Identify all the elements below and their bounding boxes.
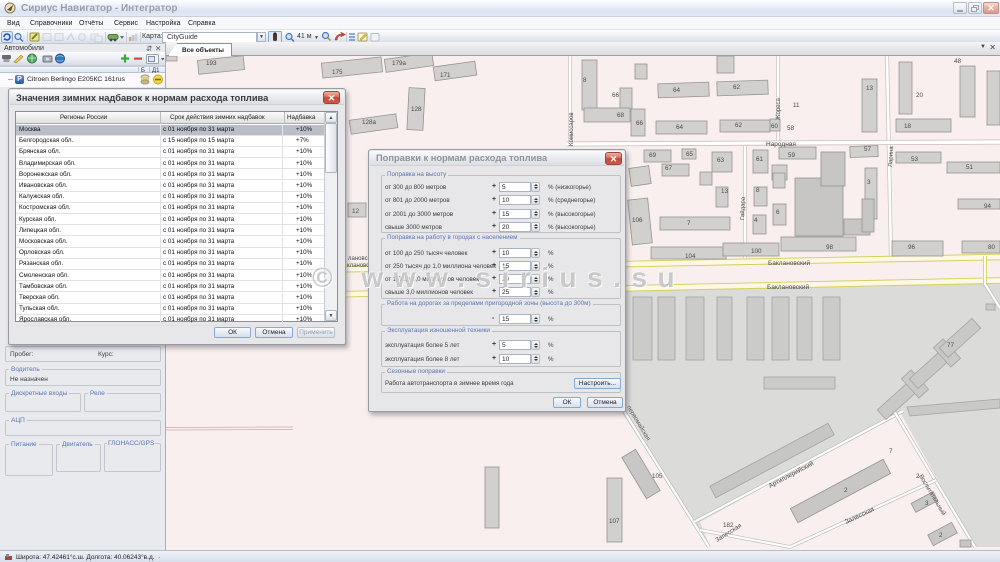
svg-text:104: 104 — [685, 253, 696, 260]
svg-text:11: 11 — [793, 102, 800, 109]
svg-text:Народная: Народная — [766, 141, 796, 148]
svg-text:64: 64 — [676, 124, 684, 131]
svg-text:18: 18 — [904, 123, 912, 130]
svg-text:Баклановский: Баклановский — [767, 283, 810, 291]
svg-text:53: 53 — [911, 156, 919, 163]
svg-text:96: 96 — [908, 244, 916, 251]
svg-text:62: 62 — [735, 122, 743, 129]
svg-text:128: 128 — [411, 106, 422, 113]
svg-text:4: 4 — [754, 217, 758, 224]
svg-text:94: 94 — [984, 203, 992, 210]
svg-text:8: 8 — [583, 77, 587, 84]
svg-text:7: 7 — [687, 220, 691, 227]
svg-text:51: 51 — [966, 164, 974, 171]
svg-text:59: 59 — [788, 152, 796, 159]
svg-text:128а: 128а — [362, 119, 377, 126]
svg-text:7: 7 — [889, 448, 893, 455]
svg-text:175: 175 — [332, 69, 343, 76]
svg-text:Гайдара: Гайдара — [739, 196, 747, 220]
svg-text:66: 66 — [612, 92, 620, 99]
svg-text:62: 62 — [733, 84, 741, 91]
svg-text:Комиссаров: Комиссаров — [569, 112, 575, 146]
svg-text:80: 80 — [988, 244, 996, 251]
svg-text:Баклановский: Баклановский — [768, 259, 811, 267]
svg-text:8: 8 — [756, 187, 760, 194]
svg-text:107: 107 — [609, 518, 620, 525]
svg-text:63: 63 — [717, 157, 725, 164]
svg-text:3: 3 — [925, 500, 929, 507]
svg-text:48: 48 — [954, 58, 962, 65]
svg-text:171: 171 — [440, 72, 451, 79]
svg-text:2: 2 — [844, 487, 848, 494]
svg-text:64: 64 — [673, 87, 681, 94]
svg-text:98: 98 — [826, 244, 834, 251]
svg-text:60: 60 — [771, 123, 779, 130]
svg-text:65: 65 — [686, 151, 694, 158]
svg-text:3: 3 — [867, 179, 871, 186]
svg-text:179а: 179а — [392, 60, 407, 67]
svg-text:69: 69 — [649, 152, 657, 159]
svg-text:105: 105 — [652, 473, 663, 480]
svg-text:100: 100 — [751, 248, 762, 255]
svg-text:Жореса: Жореса — [776, 98, 782, 120]
svg-text:58: 58 — [787, 125, 795, 132]
svg-text:13: 13 — [721, 188, 729, 195]
svg-text:57: 57 — [864, 146, 872, 153]
svg-text:67: 67 — [665, 165, 673, 172]
svg-text:66: 66 — [636, 120, 644, 127]
svg-text:77: 77 — [947, 342, 955, 349]
svg-text:68: 68 — [617, 112, 625, 119]
svg-text:20: 20 — [916, 92, 924, 99]
svg-text:13: 13 — [866, 85, 874, 92]
svg-text:12: 12 — [352, 208, 360, 215]
svg-text:Ларина: Ларина — [888, 146, 895, 168]
svg-text:193: 193 — [206, 60, 217, 67]
svg-text:106: 106 — [632, 217, 643, 224]
svg-text:61: 61 — [756, 156, 764, 163]
svg-text:2: 2 — [939, 532, 943, 539]
svg-text:6: 6 — [776, 209, 780, 216]
